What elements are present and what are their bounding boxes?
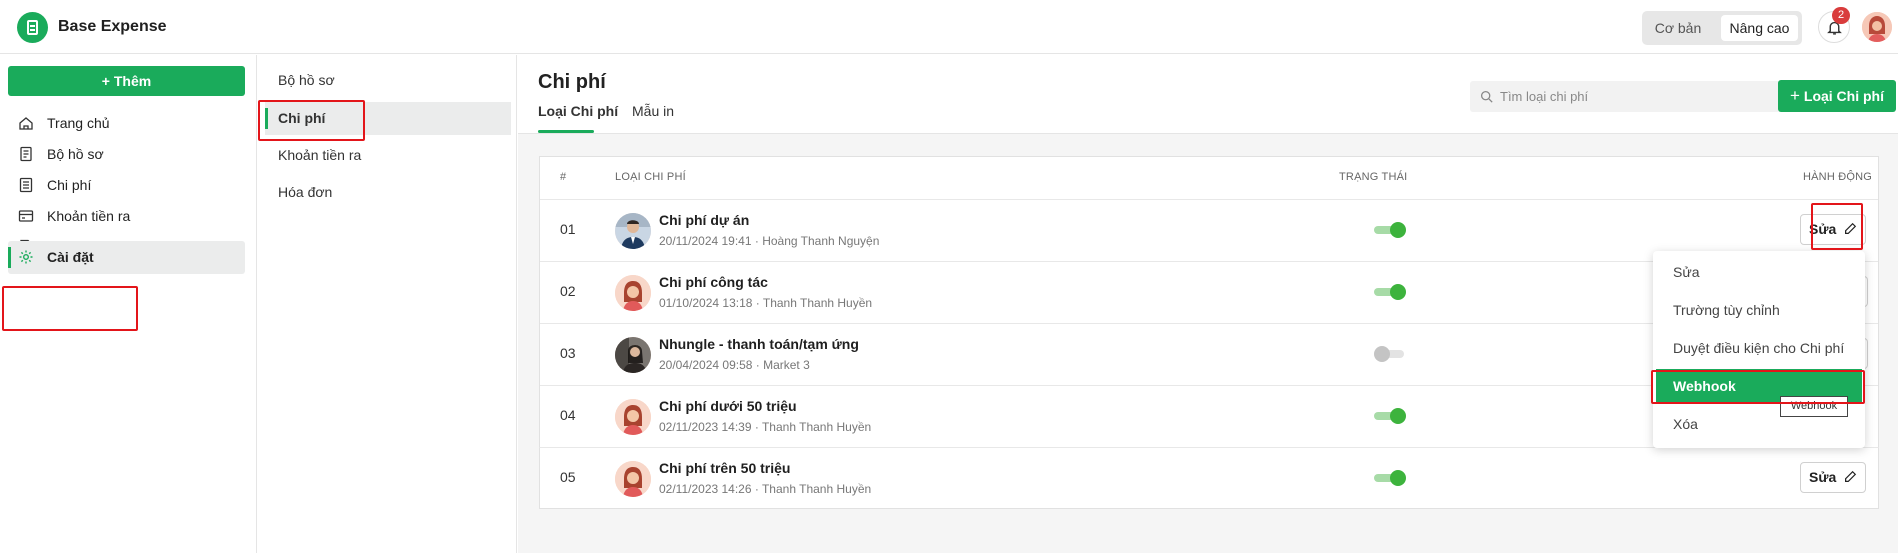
active-tab-indicator	[538, 130, 594, 133]
female-avatar	[615, 399, 651, 435]
pencil-icon	[1845, 470, 1857, 482]
add-button-label: Thêm	[113, 73, 152, 89]
home-icon	[19, 117, 33, 130]
row-number: 03	[560, 345, 576, 361]
tab-print-templates[interactable]: Mẫu in	[632, 103, 674, 119]
expense-type-name[interactable]: Chi phí dưới 50 triệu	[659, 398, 797, 414]
male-avatar	[615, 213, 651, 249]
expense-type-meta: 02/11/2023 14:26 · Thanh Thanh Huyền	[659, 482, 872, 496]
page-title: Chi phí	[538, 71, 606, 93]
row-number: 01	[560, 221, 576, 237]
status-toggle[interactable]	[1374, 284, 1406, 300]
expense-type-name[interactable]: Chi phí công tác	[659, 274, 768, 290]
menu-item-edit[interactable]: Sửa	[1653, 255, 1865, 289]
status-toggle[interactable]	[1374, 346, 1404, 362]
main-header: Chi phí Loại Chi phí Mẫu in Loại Chi phí	[518, 55, 1898, 134]
add-button[interactable]: + Thêm	[8, 66, 245, 96]
search-icon	[1480, 90, 1493, 103]
row-number: 02	[560, 283, 576, 299]
photo-avatar	[615, 337, 651, 373]
female-avatar	[615, 275, 651, 311]
status-toggle[interactable]	[1374, 408, 1406, 424]
list-icon	[19, 177, 33, 193]
mode-basic-button[interactable]: Cơ bản	[1646, 15, 1710, 41]
row-number: 05	[560, 469, 576, 485]
action-dropdown-menu: Sửa Trường tùy chỉnh Duyệt điều kiện cho…	[1653, 251, 1865, 448]
expense-type-meta: 20/11/2024 19:41 · Hoàng Thanh Nguyện	[659, 234, 880, 248]
sidebar-item-home[interactable]: Trang chủ	[8, 107, 245, 140]
edit-button[interactable]: Sửa	[1800, 462, 1866, 493]
sidebar-item-label: Trang chủ	[47, 115, 110, 131]
column-header-type: LOẠI CHI PHÍ	[615, 171, 686, 183]
submenu-item-files[interactable]: Bộ hồ sơ	[265, 64, 511, 97]
highlight-box	[1811, 203, 1863, 250]
sidebar-item-label: Chi phí	[47, 177, 92, 193]
expense-type-meta: 01/10/2024 13:18 · Thanh Thanh Huyền	[659, 296, 873, 310]
menu-item-custom-fields[interactable]: Trường tùy chỉnh	[1653, 293, 1865, 327]
submenu-item-label: Hóa đơn	[278, 184, 333, 200]
search-box	[1470, 81, 1780, 112]
expense-type-meta: 20/04/2024 09:58 · Market 3	[659, 358, 810, 372]
female-avatar	[615, 461, 651, 497]
mode-advanced-button[interactable]: Nâng cao	[1721, 15, 1798, 41]
submenu-item-label: Bộ hồ sơ	[278, 72, 335, 88]
highlight-box	[1651, 370, 1865, 404]
column-header-action: HÀNH ĐỘNG	[1803, 171, 1873, 183]
notification-badge: 2	[1832, 7, 1850, 24]
add-expense-type-button[interactable]: Loại Chi phí	[1778, 80, 1896, 112]
tab-expense-types[interactable]: Loại Chi phí	[538, 103, 618, 119]
column-header-number: #	[560, 171, 567, 183]
app-logo-icon[interactable]	[17, 12, 48, 43]
column-header-status: TRẠNG THÁI	[1339, 171, 1408, 183]
expense-type-meta: 02/11/2023 14:39 · Thanh Thanh Huyền	[659, 420, 872, 434]
highlight-box	[258, 100, 365, 141]
file-icon	[20, 146, 32, 162]
expense-type-name[interactable]: Chi phí dự án	[659, 212, 749, 228]
sidebar-item-payouts[interactable]: Khoản tiền ra	[8, 200, 245, 233]
highlight-box	[2, 286, 138, 331]
app-title: Base Expense	[58, 18, 167, 35]
gear-icon	[19, 250, 33, 264]
row-number: 04	[560, 407, 576, 423]
plus-icon: +	[101, 73, 114, 89]
submenu-item-label: Khoản tiền ra	[278, 147, 362, 163]
table-row[interactable]: 05 Chi phí trên 50 triệu 02/11/2023 14:2…	[539, 447, 1879, 509]
status-toggle[interactable]	[1374, 222, 1406, 238]
expense-type-name[interactable]: Nhungle - thanh toán/tạm ứng	[659, 336, 859, 352]
sidebar-item-label: Bộ hồ sơ	[47, 146, 104, 162]
status-toggle[interactable]	[1374, 470, 1406, 486]
menu-item-approval-conditions[interactable]: Duyệt điều kiện cho Chi phí	[1653, 331, 1865, 365]
submenu-item-invoices[interactable]: Hóa đơn	[265, 176, 511, 209]
user-avatar[interactable]	[1862, 12, 1892, 42]
sidebar-item-label: Cài đặt	[47, 249, 94, 265]
card-icon	[18, 210, 34, 222]
top-bar: Base Expense Cơ bản Nâng cao 2	[0, 0, 1898, 54]
submenu-item-payouts[interactable]: Khoản tiền ra	[265, 139, 511, 172]
sidebar-item-files[interactable]: Bộ hồ sơ	[8, 138, 245, 171]
search-input[interactable]	[1500, 81, 1770, 112]
sidebar-item-settings[interactable]: Cài đặt	[8, 241, 245, 274]
sidebar-item-label: Khoản tiền ra	[47, 208, 131, 224]
mode-switch: Cơ bản Nâng cao	[1642, 11, 1802, 45]
expense-type-name[interactable]: Chi phí trên 50 triệu	[659, 460, 790, 476]
sidebar-item-expenses[interactable]: Chi phí	[8, 169, 245, 202]
edit-button-label: Sửa	[1809, 469, 1837, 485]
